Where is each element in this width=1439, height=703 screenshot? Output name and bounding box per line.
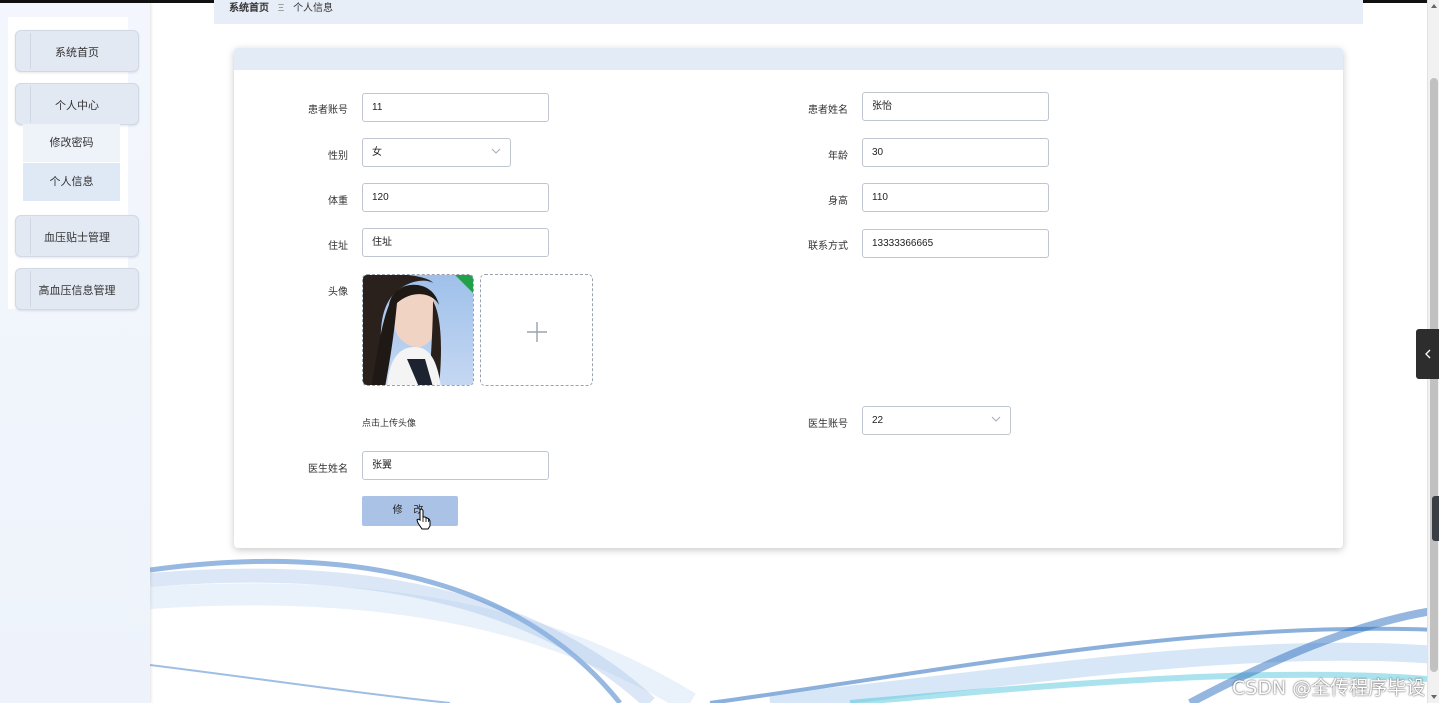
contact-field[interactable]: 13333366665 bbox=[862, 229, 1049, 258]
height-label: 身高 bbox=[828, 196, 848, 207]
breadcrumb: 系统首页 Ξ 个人信息 bbox=[214, 0, 1363, 24]
sidebar-item-personal-center[interactable]: 个人中心 bbox=[15, 83, 139, 125]
watermark: CSDN @全传程序毕设 bbox=[1232, 677, 1426, 699]
scroll-down-arrow-icon[interactable] bbox=[1430, 693, 1438, 701]
patient-account-field[interactable]: 11 bbox=[362, 93, 549, 122]
contact-label: 联系方式 bbox=[808, 241, 848, 252]
doctor-name-label: 医生姓名 bbox=[308, 464, 348, 475]
chevron-left-icon bbox=[1425, 349, 1431, 359]
weight-label: 体重 bbox=[328, 196, 348, 207]
avatar-upload-hint: 点击上传头像 bbox=[362, 418, 417, 428]
doctor-account-select-value: 22 bbox=[872, 415, 884, 426]
patient-account-label: 患者账号 bbox=[308, 105, 348, 116]
avatar-photo bbox=[363, 275, 473, 385]
sidebar-subitem-personal-info[interactable]: 个人信息 bbox=[23, 163, 120, 201]
sidebar-item-label: 个人中心 bbox=[55, 100, 99, 112]
patient-name-label: 患者姓名 bbox=[808, 105, 848, 116]
chevron-down-icon bbox=[991, 416, 1001, 422]
height-field[interactable]: 110 bbox=[862, 183, 1049, 212]
doctor-account-label: 医生账号 bbox=[808, 419, 848, 430]
plus-icon bbox=[527, 322, 547, 342]
breadcrumb-separator: Ξ bbox=[277, 3, 285, 14]
breadcrumb-home[interactable]: 系统首页 bbox=[229, 3, 269, 14]
sidebar-item-label: 系统首页 bbox=[55, 47, 99, 59]
patient-name-field[interactable]: 张怡 bbox=[862, 92, 1049, 121]
gender-label: 性别 bbox=[328, 151, 348, 162]
hand-pointer-icon bbox=[416, 508, 431, 530]
age-label: 年龄 bbox=[828, 151, 848, 162]
scroll-up-arrow-icon[interactable] bbox=[1430, 2, 1438, 10]
weight-field[interactable]: 120 bbox=[362, 183, 549, 212]
sidebar-item-hypertension-info[interactable]: 高血压信息管理 bbox=[15, 268, 139, 310]
card-header bbox=[234, 48, 1343, 70]
floating-widget-tab[interactable] bbox=[1432, 496, 1439, 541]
breadcrumb-current: 个人信息 bbox=[293, 3, 334, 14]
side-panel-toggle[interactable] bbox=[1416, 329, 1439, 379]
doctor-account-select[interactable]: 22 bbox=[862, 406, 1011, 435]
sidebar-item-label: 血压贴士管理 bbox=[44, 232, 110, 244]
address-label: 住址 bbox=[328, 241, 348, 252]
sidebar-item-label: 高血压信息管理 bbox=[38, 285, 116, 297]
gender-select-value: 女 bbox=[372, 147, 382, 158]
avatar-image[interactable] bbox=[362, 274, 474, 386]
chevron-down-icon bbox=[491, 148, 501, 154]
address-field[interactable]: 住址 bbox=[362, 228, 549, 257]
doctor-name-field[interactable]: 张翼 bbox=[362, 451, 549, 480]
sidebar-item-bp-tips[interactable]: 血压贴士管理 bbox=[15, 215, 139, 257]
age-field[interactable]: 30 bbox=[862, 138, 1049, 167]
sidebar-item-home[interactable]: 系统首页 bbox=[15, 30, 139, 72]
sidebar-subitem-change-password[interactable]: 修改密码 bbox=[23, 124, 120, 162]
avatar-upload-button[interactable] bbox=[480, 274, 593, 386]
gender-select[interactable]: 女 bbox=[362, 138, 511, 167]
avatar-label: 头像 bbox=[328, 287, 348, 298]
modify-button[interactable]: 修 改 bbox=[362, 496, 458, 526]
